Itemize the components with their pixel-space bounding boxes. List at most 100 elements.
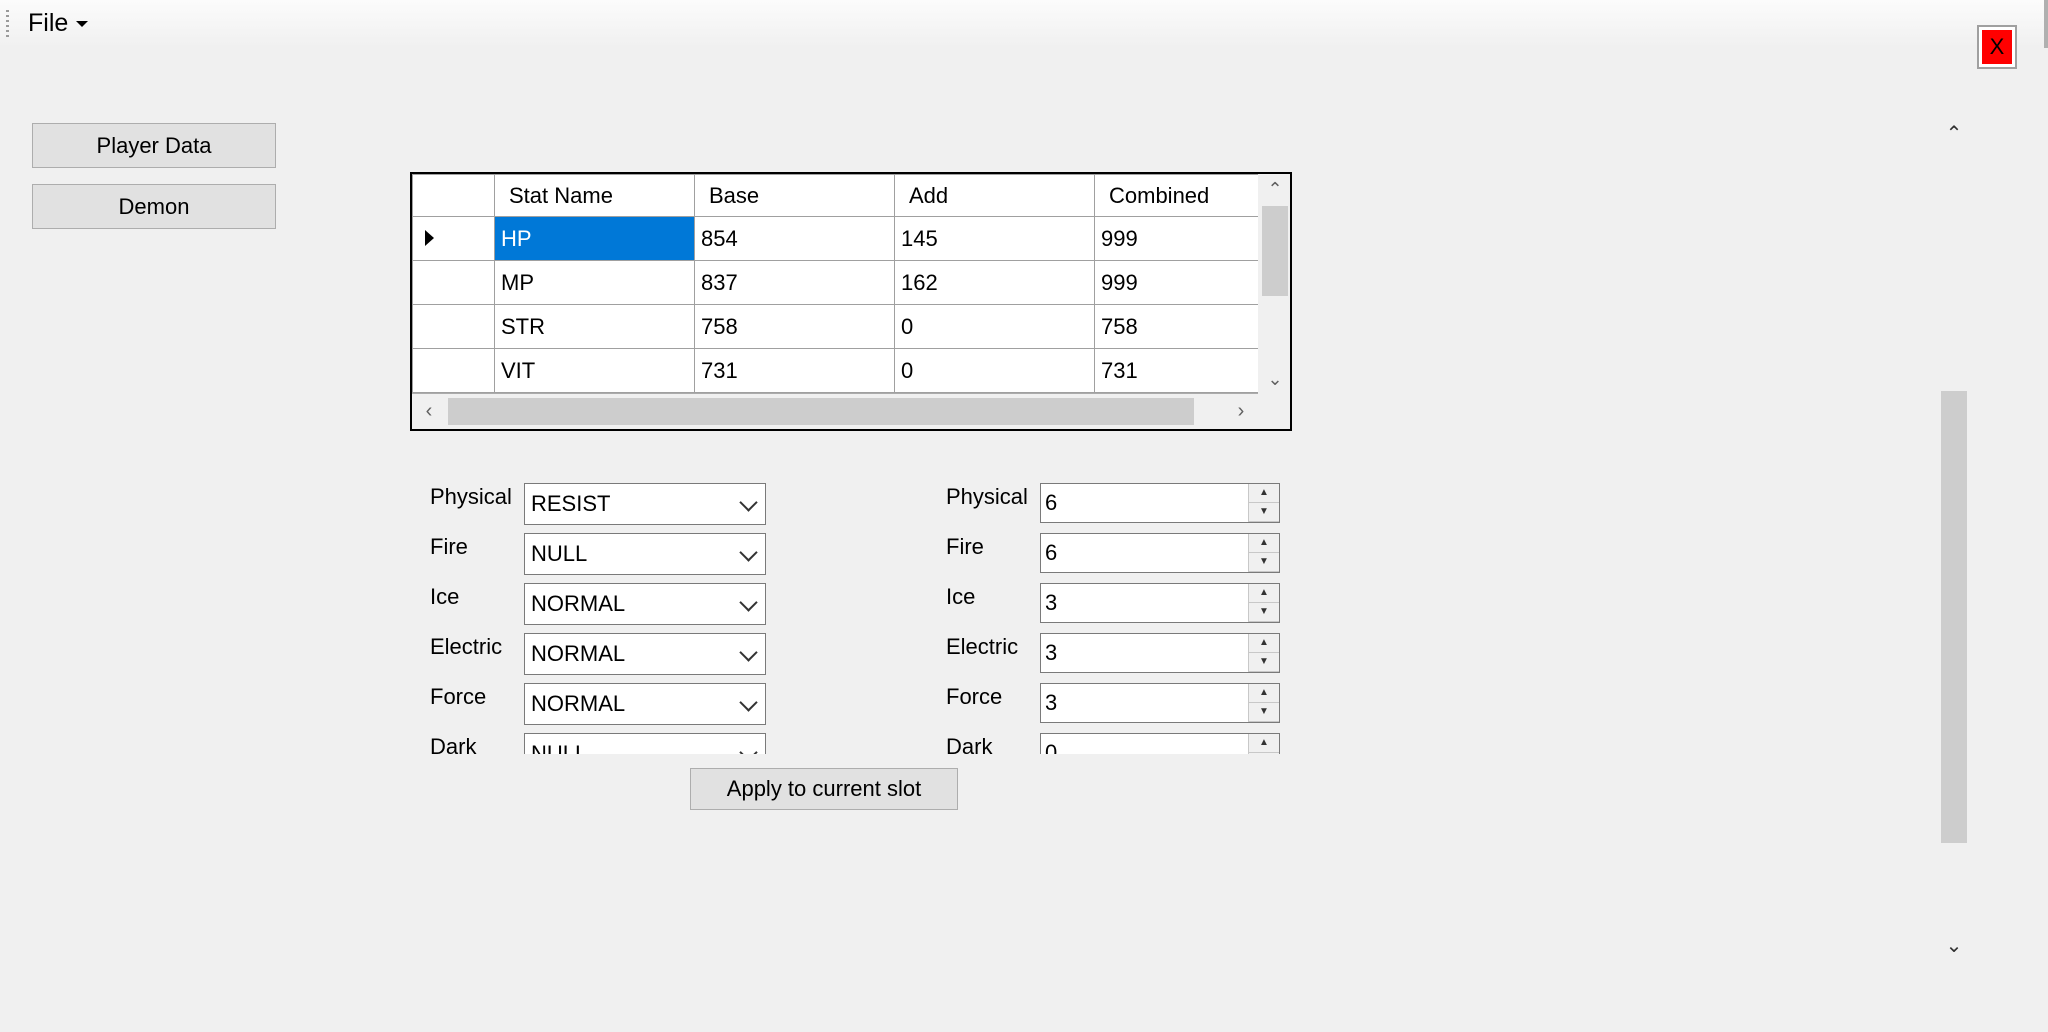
stepper-up-icon[interactable]: ▲ <box>1249 734 1279 753</box>
affinity-select[interactable]: RESIST <box>524 483 766 525</box>
stepper-buttons[interactable]: ▲▼ <box>1248 634 1279 672</box>
stepper-buttons[interactable]: ▲▼ <box>1248 484 1279 522</box>
page-scroll-thumb[interactable] <box>1941 391 1967 843</box>
affinity-row: Physical RESIST Physical 6 ▲ ▼ <box>420 478 1290 525</box>
table-row[interactable]: VIT 731 0 731 <box>412 348 1265 393</box>
cell-base[interactable]: 758 <box>694 304 895 349</box>
stepper-down-icon[interactable]: ▼ <box>1249 603 1279 622</box>
row-header[interactable] <box>412 348 495 393</box>
row-header[interactable] <box>412 216 495 261</box>
cell-combined[interactable]: 999 <box>1094 260 1265 305</box>
cell-stat-name[interactable]: VIT <box>494 348 695 393</box>
stepper-buttons[interactable]: ▲▼ <box>1248 684 1279 722</box>
stepper-down-icon[interactable]: ▼ <box>1249 753 1279 754</box>
affinity-select[interactable]: NORMAL <box>524 683 766 725</box>
cell-combined[interactable]: 731 <box>1094 348 1265 393</box>
scroll-up-icon[interactable]: ⌃ <box>1937 119 1971 149</box>
stepper-buttons[interactable]: ▲▼ <box>1248 534 1279 572</box>
current-row-icon <box>425 229 434 246</box>
level-stepper[interactable]: 0 ▲▼ <box>1040 733 1280 754</box>
cell-add[interactable]: 145 <box>894 216 1095 261</box>
chevron-down-icon <box>739 693 758 712</box>
stats-table: Stat Name Base Add Combined HP 854 145 9… <box>412 174 1265 393</box>
affinity-value: NULL <box>531 741 588 754</box>
grid-header-row: Stat Name Base Add Combined <box>412 174 1265 217</box>
affinity-row: Dark NULL Dark 0 ▲▼ <box>420 728 1290 754</box>
cell-stat-name[interactable]: HP <box>494 216 695 261</box>
scroll-down-icon[interactable]: ⌄ <box>1258 364 1290 394</box>
cell-stat-name[interactable]: MP <box>494 260 695 305</box>
scroll-down-icon[interactable]: ⌄ <box>1937 931 1971 961</box>
stepper-up-icon[interactable]: ▲ <box>1249 684 1279 703</box>
stepper-buttons[interactable]: ▲▼ <box>1248 584 1279 622</box>
stats-grid[interactable]: Stat Name Base Add Combined HP 854 145 9… <box>410 172 1292 431</box>
stepper-down-icon[interactable]: ▼ <box>1249 553 1279 572</box>
table-row[interactable]: HP 854 145 999 <box>412 216 1265 261</box>
cell-combined[interactable]: 758 <box>1094 304 1265 349</box>
level-stepper[interactable]: 3 ▲ ▼ <box>1040 583 1280 623</box>
grid-vertical-scrollbar[interactable]: ⌃ ⌄ <box>1258 174 1290 394</box>
affinity-select[interactable]: NORMAL <box>524 633 766 675</box>
stepper-up-icon[interactable]: ▲ <box>1249 484 1279 503</box>
affinity-select[interactable]: NULL <box>524 733 766 754</box>
stepper-down-icon[interactable]: ▼ <box>1249 703 1279 722</box>
grid-vertical-scroll-thumb[interactable] <box>1262 206 1288 296</box>
table-row[interactable]: MP 837 162 999 <box>412 260 1265 305</box>
affinity-panel: Physical RESIST Physical 6 ▲ ▼ Fire NULL F… <box>420 478 1290 754</box>
column-header-base[interactable]: Base <box>694 174 895 217</box>
scroll-up-icon[interactable]: ⌃ <box>1258 174 1290 204</box>
stepper-up-icon[interactable]: ▲ <box>1249 534 1279 553</box>
affinity-label: Electric <box>430 634 503 659</box>
cell-stat-name[interactable]: STR <box>494 304 695 349</box>
affinity-value: RESIST <box>531 491 611 516</box>
level-stepper[interactable]: 3 ▲ ▼ <box>1040 633 1280 673</box>
grid-horizontal-scroll-thumb[interactable] <box>448 398 1194 425</box>
level-stepper[interactable]: 3 ▲ ▼ <box>1040 683 1280 723</box>
apply-to-slot-button[interactable]: Apply to current slot <box>690 768 958 810</box>
row-header[interactable] <box>412 260 495 305</box>
scroll-left-icon[interactable]: ‹ <box>412 394 446 429</box>
level-label: Physical <box>946 484 1028 509</box>
file-menu-label: File <box>28 9 69 37</box>
affinity-select[interactable]: NORMAL <box>524 583 766 625</box>
affinity-label: Dark <box>430 734 477 754</box>
player-data-button[interactable]: Player Data <box>32 123 276 168</box>
stepper-up-icon[interactable]: ▲ <box>1249 634 1279 653</box>
cell-base[interactable]: 854 <box>694 216 895 261</box>
column-header-combined[interactable]: Combined <box>1094 174 1265 217</box>
level-value: 6 <box>1045 540 1058 565</box>
demon-button[interactable]: Demon <box>32 184 276 229</box>
grid-scroll-corner <box>1258 394 1290 429</box>
level-stepper[interactable]: 6 ▲ ▼ <box>1040 533 1280 573</box>
cell-base[interactable]: 837 <box>694 260 895 305</box>
scroll-right-icon[interactable]: › <box>1224 394 1258 429</box>
chevron-down-icon <box>739 743 758 754</box>
column-header-stat-name[interactable]: Stat Name <box>494 174 695 217</box>
level-stepper[interactable]: 6 ▲ ▼ <box>1040 483 1280 523</box>
affinity-label: Physical <box>430 484 512 509</box>
affinity-value: NORMAL <box>531 591 626 616</box>
close-icon: X <box>1982 30 2012 64</box>
cell-base[interactable]: 731 <box>694 348 895 393</box>
cell-add[interactable]: 0 <box>894 304 1095 349</box>
level-value: 6 <box>1045 490 1058 515</box>
stepper-up-icon[interactable]: ▲ <box>1249 584 1279 603</box>
cell-add[interactable]: 0 <box>894 348 1095 393</box>
menu-bar: File <box>0 0 2048 48</box>
table-row[interactable]: STR 758 0 758 <box>412 304 1265 349</box>
affinity-row: Electric NORMAL Electric 3 ▲ ▼ <box>420 628 1290 675</box>
close-button[interactable]: X <box>1977 25 2017 69</box>
column-header-add[interactable]: Add <box>894 174 1095 217</box>
stepper-down-icon[interactable]: ▼ <box>1249 653 1279 672</box>
affinity-value: NORMAL <box>531 691 626 716</box>
row-header[interactable] <box>412 304 495 349</box>
cell-combined[interactable]: 999 <box>1094 216 1265 261</box>
affinity-select[interactable]: NULL <box>524 533 766 575</box>
file-menu[interactable]: File <box>22 8 94 38</box>
chevron-down-icon <box>739 493 758 512</box>
page-vertical-scrollbar[interactable]: ⌃ ⌄ <box>1937 115 1971 965</box>
cell-add[interactable]: 162 <box>894 260 1095 305</box>
stepper-buttons[interactable]: ▲▼ <box>1248 734 1279 754</box>
grid-horizontal-scrollbar[interactable]: ‹ › <box>412 394 1258 429</box>
stepper-down-icon[interactable]: ▼ <box>1249 503 1279 522</box>
